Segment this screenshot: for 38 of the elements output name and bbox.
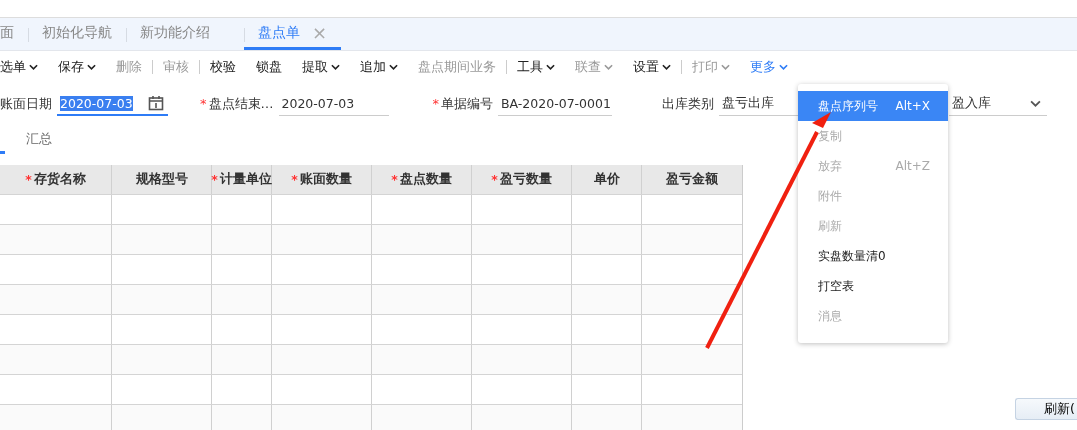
- column-header: 单价: [572, 165, 642, 194]
- toolbar-button[interactable]: 锁盘: [246, 55, 292, 79]
- field-label: *盘点结束…: [200, 95, 274, 113]
- toolbar-button[interactable]: 保存: [48, 55, 106, 79]
- input-field[interactable]: 2020-07-03: [278, 92, 389, 116]
- tab[interactable]: 盘点单 ×: [244, 18, 342, 50]
- column-header: 规格型号: [112, 165, 212, 194]
- toolbar-button[interactable]: 工具: [507, 55, 565, 79]
- field-label: 出库类别: [662, 95, 714, 113]
- toolbar-button[interactable]: 选单: [0, 55, 48, 79]
- tab[interactable]: 新功能介绍: [126, 18, 224, 50]
- tab[interactable]: 初始化导航: [28, 18, 126, 50]
- active-tab-indicator: [0, 151, 5, 154]
- close-icon[interactable]: ×: [312, 22, 328, 43]
- menu-item[interactable]: 盘点序列号 Alt+X: [798, 91, 948, 121]
- toolbar-button[interactable]: 提取: [292, 55, 350, 79]
- refresh-button[interactable]: 刷新(: [1015, 398, 1077, 420]
- tab[interactable]: 面: [0, 18, 28, 50]
- menu-item[interactable]: 打空表: [798, 271, 948, 301]
- input-field[interactable]: BA-2020-07-0001: [498, 92, 612, 116]
- toolbar-button[interactable]: 设置: [623, 55, 681, 79]
- field-label: 账面日期: [0, 95, 52, 113]
- field-label: *单据编号: [432, 95, 493, 113]
- input-field[interactable]: 2020-07-03: [57, 92, 168, 116]
- toolbar-button[interactable]: 校验: [200, 55, 246, 79]
- column-header: * 盘点数量: [372, 165, 472, 194]
- column-header: * 盈亏数量: [472, 165, 572, 194]
- menu-item[interactable]: 实盘数量清0: [798, 241, 948, 271]
- tab[interactable]: 汇总: [26, 130, 52, 148]
- chevron-down-icon[interactable]: [1030, 100, 1041, 107]
- column-header: 盈亏金额: [665, 170, 719, 188]
- select-field[interactable]: 盈入库: [949, 92, 1047, 116]
- toolbar-button[interactable]: 更多: [740, 55, 798, 79]
- column-header: * 账面数量: [272, 165, 372, 194]
- column-header: * 存货名称: [0, 165, 112, 194]
- calendar-icon[interactable]: [148, 95, 164, 111]
- column-header: * 计量单位: [212, 165, 272, 194]
- toolbar-button[interactable]: 追加: [350, 55, 408, 79]
